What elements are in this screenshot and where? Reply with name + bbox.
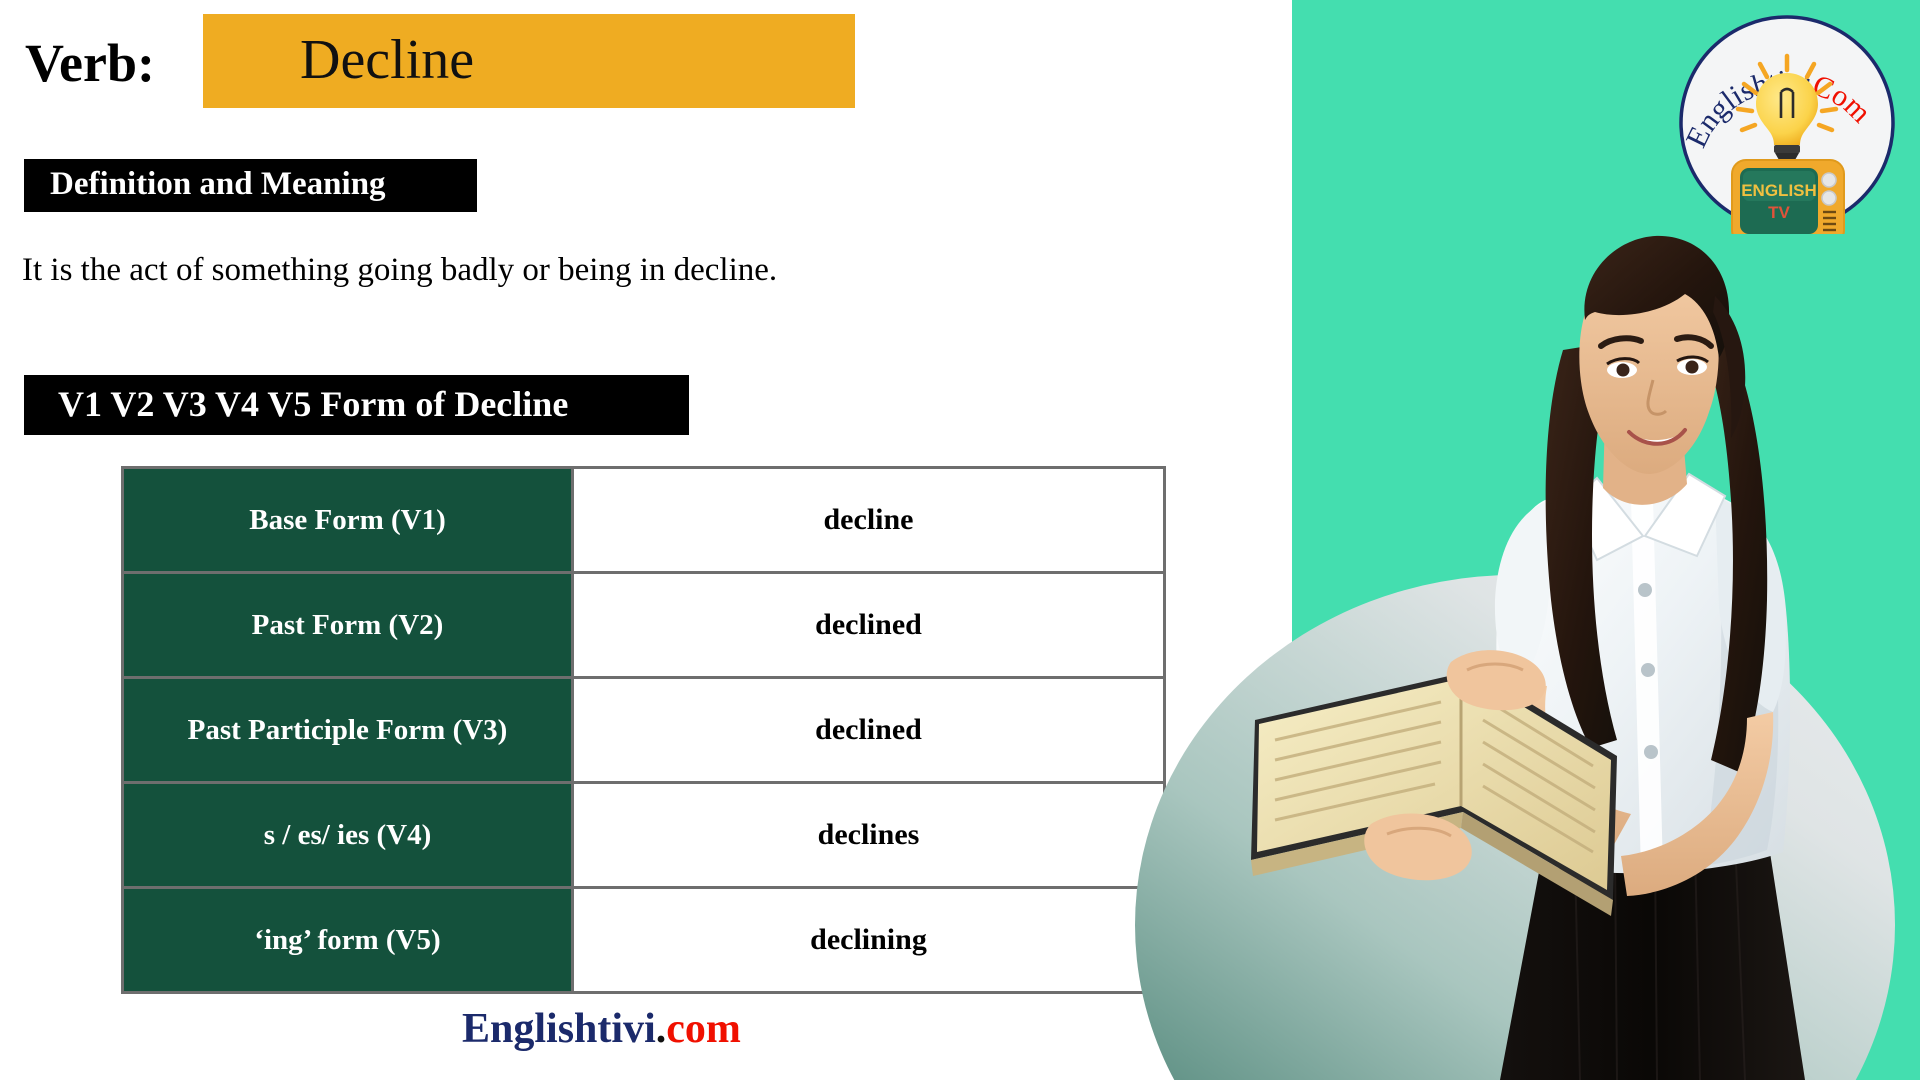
definition-badge-label: Definition and Meaning (50, 166, 386, 202)
table-row: s / es/ ies (V4) declines (121, 781, 1166, 889)
forms-badge-label: V1 V2 V3 V4 V5 Form of Decline (58, 384, 569, 424)
table-row: ‘ing’ form (V5) declining (121, 886, 1166, 994)
row-label: Past Form (V2) (121, 571, 574, 679)
row-label: Past Participle Form (V3) (121, 676, 574, 784)
footer-brand[interactable]: Englishtivi.com (462, 1005, 741, 1053)
logo-screen-line1: ENGLISH (1741, 181, 1817, 200)
definition-badge: Definition and Meaning (24, 159, 477, 212)
student-photo (1245, 200, 1920, 1080)
table-row: Base Form (V1) decline (121, 466, 1166, 574)
row-value: declined (571, 571, 1166, 679)
forms-badge: V1 V2 V3 V4 V5 Form of Decline (24, 375, 689, 435)
definition-text: It is the act of something going badly o… (22, 252, 778, 288)
verb-forms-table: Base Form (V1) decline Past Form (V2) de… (121, 466, 1166, 994)
row-label: Base Form (V1) (121, 466, 574, 574)
row-value: decline (571, 466, 1166, 574)
logo-screen-line2: TV (1768, 203, 1790, 222)
table-row: Past Form (V2) declined (121, 571, 1166, 679)
footer-brand-name: Englishtivi (462, 1006, 656, 1052)
verb-label: Verb: (25, 33, 155, 93)
verb-word: Decline (300, 29, 475, 91)
row-value: declining (571, 886, 1166, 994)
verb-forms-table-body: Base Form (V1) decline Past Form (V2) de… (121, 466, 1166, 994)
row-value: declined (571, 676, 1166, 784)
englishtivi-logo[interactable]: Englishtivi. Com ENGLISH TV (1676, 12, 1898, 234)
row-value: declines (571, 781, 1166, 889)
row-label: ‘ing’ form (V5) (121, 886, 574, 994)
footer-brand-tld: com (666, 1006, 741, 1052)
row-label: s / es/ ies (V4) (121, 781, 574, 889)
table-row: Past Participle Form (V3) declined (121, 676, 1166, 784)
footer-brand-dot: . (655, 1006, 667, 1052)
verb-header-row: Verb: Decline (0, 14, 900, 110)
